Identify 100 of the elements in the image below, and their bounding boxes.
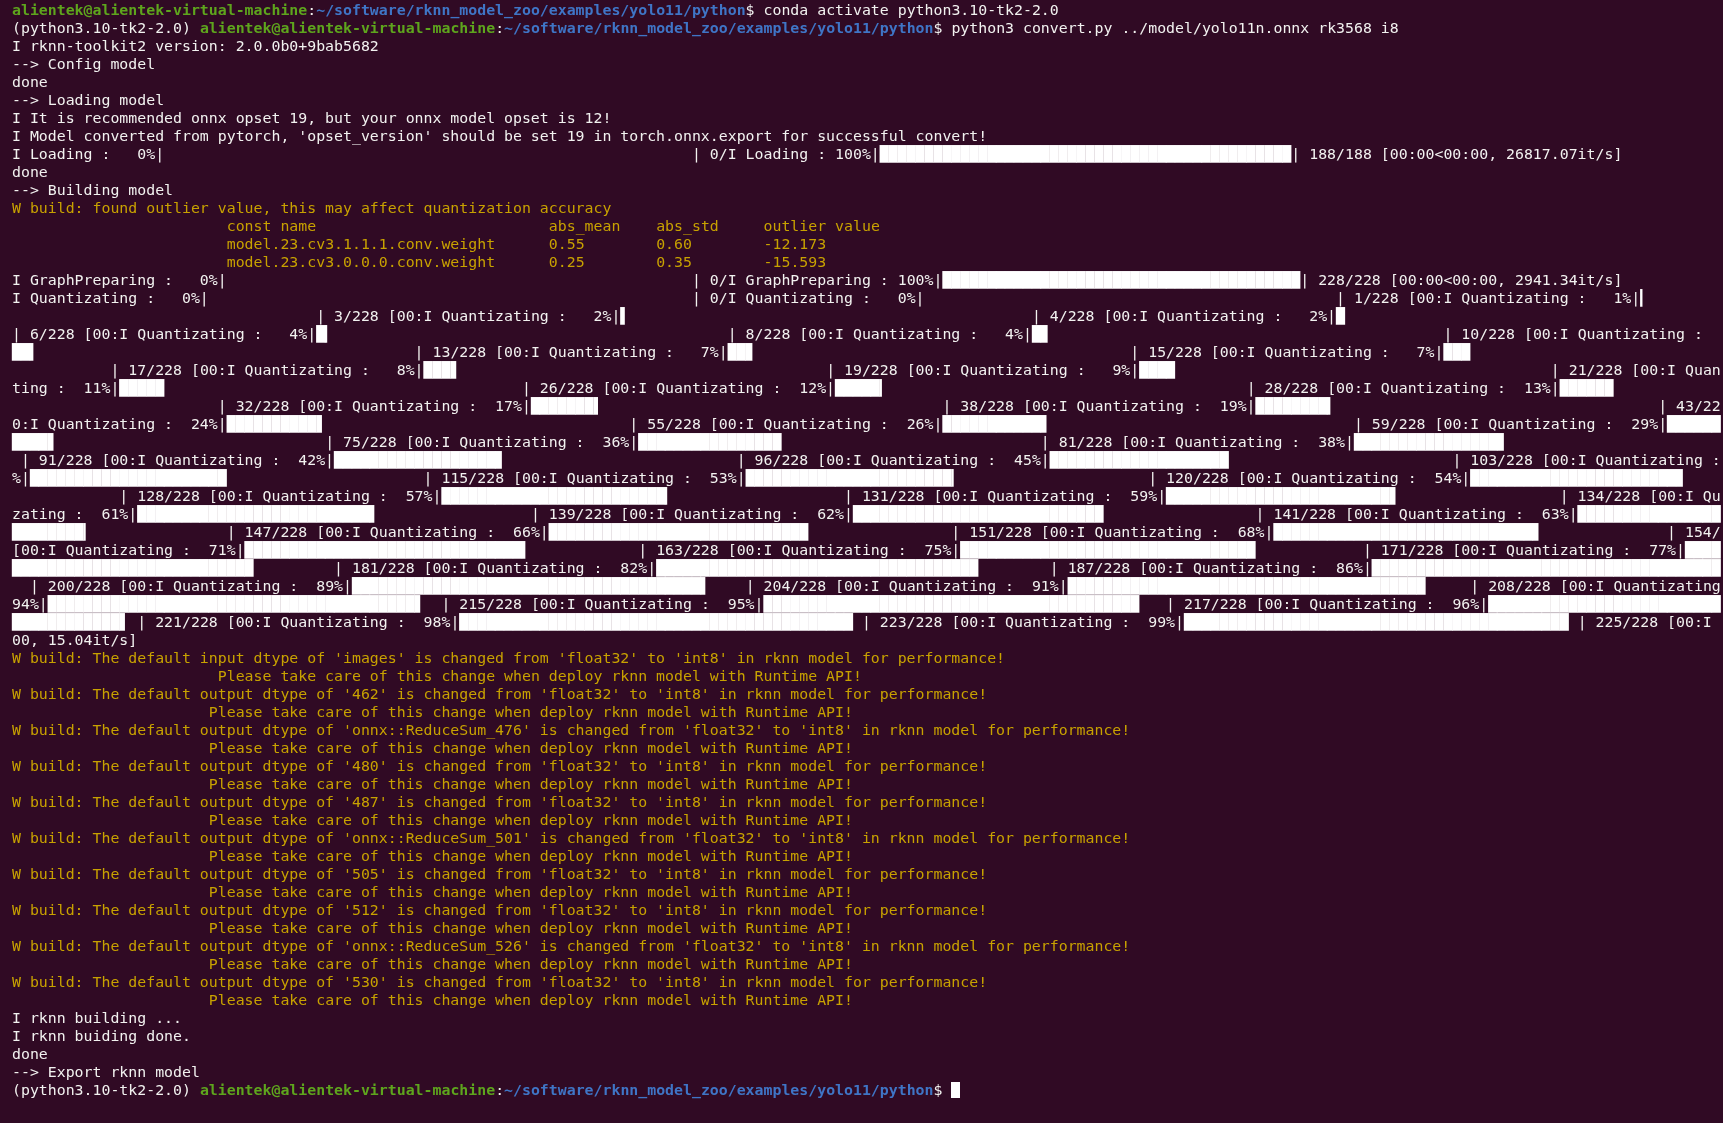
block-characters: ████████████████████████████████████ <box>656 559 979 577</box>
block-characters: ███████████████████████████████████████████ <box>1184 613 1569 631</box>
prompt-path: ~/software/rknn_model_zoo/examples/yolo11/python <box>504 1081 934 1099</box>
output-text: | 55/228 [00:I Quantizating : 26%| <box>629 415 943 433</box>
block-characters: ███████████████████████████████████████▌ <box>351 577 710 595</box>
output-text: | 81/228 [00:I Quantizating : 38%| <box>1040 433 1354 451</box>
output-text: I Loading : 0%| <box>12 145 165 163</box>
warning-text: W build: The default output dtype of 'onnx::ReduceSum_501' is changed from 'float32' to 'int8' in rknn model for performance! <box>12 829 1131 847</box>
warning-text: W build: The default output dtype of '512' is changed from 'float32' to 'int8' in rknn model for performance! <box>12 901 988 919</box>
output-text: I rknn-toolkit2 version: 2.0.0b0+9bab5682 <box>12 37 379 55</box>
block-characters: ████▋ <box>12 433 57 451</box>
output-text: | 13/228 [00:I Quantizating : 7%| <box>414 343 728 361</box>
prompt-user: alientek@alientek-virtual-machine <box>199 1081 496 1099</box>
output-text: | 151/228 [00:I Quantizating : 68%| <box>951 523 1274 541</box>
block-characters: ████ <box>1139 361 1176 379</box>
block-characters: ████████▍ <box>1255 397 1337 415</box>
block-characters: ██████████████████████████▌ <box>137 505 379 523</box>
output-text: [00:I Quantizating : 71%| <box>12 541 245 559</box>
warning-text: W build: The default output dtype of '530' is changed from 'float32' to 'int8' in rknn model for performance! <box>12 973 988 991</box>
output-text: 94%| <box>12 595 48 613</box>
output-text: ting : 11%| <box>12 379 120 397</box>
output-text: | 38/228 [00:I Quantizating : 19%| <box>942 397 1256 415</box>
output-text: | 128/228 [00:I Quantizating : 57%| <box>119 487 442 505</box>
output-text: | 19/228 [00:I Quantizating : 9%| <box>826 361 1140 379</box>
output-text: --> Loading model <box>12 91 165 109</box>
output-text: | 215/228 [00:I Quantizating : 95%| <box>441 595 764 613</box>
block-characters: ███▋ <box>423 361 460 379</box>
warning-text: W build: The default output dtype of 'onnx::ReduceSum_526' is changed from 'float32' to 'int8' in rknn model for performance! <box>12 937 1131 955</box>
output-text: | 4/228 [00:I Quantizating : 2%| <box>1031 307 1337 325</box>
output-text: | 26/228 [00:I Quantizating : 12%| <box>521 379 836 397</box>
block-characters: █▊ <box>1031 325 1050 343</box>
prompt-symbol: : <box>307 1 317 19</box>
warning-text: Please take care of this change when deploy rknn model with Runtime API! <box>217 667 862 685</box>
output-text: | 10/228 [00:I Quantizating : <box>1443 325 1703 343</box>
output-text: | 154/ <box>1667 523 1721 541</box>
output-text: done <box>12 73 48 91</box>
warning-text: W build: found outlier value, this may affect quantization accuracy <box>12 199 612 217</box>
output-text: | 141/228 [00:I Quantizating : 63%| <box>1255 505 1578 523</box>
output-text: | 131/228 [00:I Quantizating : 59%| <box>844 487 1167 505</box>
warning-text: -12.173 <box>763 235 827 253</box>
prompt-symbol: $ <box>933 1081 943 1099</box>
output-text: | 225/228 [00:I <box>1577 613 1712 631</box>
block-characters: ████████████████████████████████████████████ <box>459 613 853 631</box>
output-text: | 28/228 [00:I Quantizating : 13%| <box>1246 379 1560 397</box>
output-text: | 96/228 [00:I Quantizating : 45%| <box>736 451 1050 469</box>
warning-text: 0.25 <box>548 253 585 271</box>
output-text: | 204/228 [00:I Quantizating : 91%| <box>745 577 1068 595</box>
output-text: | 17/228 [00:I Quantizating : 8%| <box>110 361 424 379</box>
block-characters: ▌ <box>620 307 630 325</box>
output-text: 0:I Quantizating : 24%| <box>12 415 227 433</box>
block-characters: ██▍ <box>12 343 39 361</box>
output-text: | 43/22 <box>1658 397 1721 415</box>
output-text: zating : 61%| <box>12 505 138 523</box>
output-text: done <box>12 163 48 181</box>
block-characters: █████████████████████████▎ <box>441 487 675 505</box>
output-text: I It is recommended onnx opset 19, but your onnx model opset is 12! <box>12 109 612 127</box>
block-characters: ███████████▋ <box>942 415 1050 433</box>
block-characters: █████████████████████████▋ <box>1166 487 1399 505</box>
warning-text: W build: The default output dtype of '505' is changed from 'float32' to 'int8' in rknn model for performance! <box>12 865 988 883</box>
block-characters: ████████████████████ <box>1049 451 1229 469</box>
output-text: | 187/228 [00:I Quantizating : 86%| <box>1049 559 1372 577</box>
output-text: | 21/228 [00:I Quan <box>1550 361 1721 379</box>
block-characters: █████████████████████████████▋ <box>1273 523 1542 541</box>
output-text: done <box>12 1045 48 1063</box>
warning-text: model.23.cv3.1.1.1.conv.weight <box>226 235 496 253</box>
output-text: I Quantizating : 0%| <box>12 289 209 307</box>
prompt-symbol: : <box>495 19 505 37</box>
block-characters: ██████████▋ <box>226 415 326 433</box>
block-characters: ████████████▋ <box>12 613 129 631</box>
block-characters: ███████████████████████████████▍ <box>244 541 531 559</box>
output-text: I Model converted from pytorch, 'opset_version' should be set 19 in torch.onnx.export for successful convert! <box>12 127 988 145</box>
warning-text: Please take care of this change when deploy rknn model with Runtime API! <box>208 811 853 829</box>
block-characters: █████ <box>119 379 165 397</box>
prompt-symbol: $ <box>933 19 943 37</box>
block-characters: ██████████████████████████ <box>1488 595 1721 613</box>
output-text: | 75/228 [00:I Quantizating : 36%| <box>325 433 639 451</box>
output-text: | 223/228 [00:I Quantizating : 99%| <box>861 613 1184 631</box>
output-text: | 0/I GraphPreparing : 100%| <box>691 271 943 289</box>
prompt-user: alientek@alientek-virtual-machine <box>12 1 308 19</box>
block-characters: ███████████████████████▊ <box>1470 469 1685 487</box>
output-text: | 171/228 [00:I Quantizating : 77%| <box>1362 541 1685 559</box>
output-text: | 8/228 [00:I Quantizating : 4%| <box>727 325 1032 343</box>
warning-text: 0.35 <box>656 253 692 271</box>
warning-text: outlier value <box>763 217 880 235</box>
warning-text: Please take care of this change when deploy rknn model with Runtime API! <box>208 955 853 973</box>
output-text: I rknn buiding done. <box>12 1027 191 1045</box>
block-characters: █████████████████████████████████ <box>960 541 1256 559</box>
block-characters: ████████████████ <box>1577 505 1721 523</box>
block-characters: ██████████████████████████████████████████████ <box>879 145 1292 163</box>
output-text: | 3/228 [00:I Quantizating : 2%| <box>316 307 621 325</box>
output-text: | 163/228 [00:I Quantizating : 75%| <box>638 541 961 559</box>
output-text: | 1/228 [00:I Quantizating : 1%| <box>1336 289 1641 307</box>
warning-text: const name <box>226 217 317 235</box>
output-text: I GraphPreparing : 0%| <box>12 271 227 289</box>
warning-text: model.23.cv3.0.0.0.conv.weight <box>226 253 496 271</box>
command-text: conda activate python3.10-tk2-2.0 <box>763 1 1059 19</box>
output-text: | 0/I Loading : 100%| <box>691 145 880 163</box>
warning-text: -15.593 <box>763 253 827 271</box>
conda-env: (python3.10-tk2-2.0) <box>12 19 191 37</box>
output-text: | 228/228 [00:00<00:00, 2941.34it/s] <box>1300 271 1623 289</box>
